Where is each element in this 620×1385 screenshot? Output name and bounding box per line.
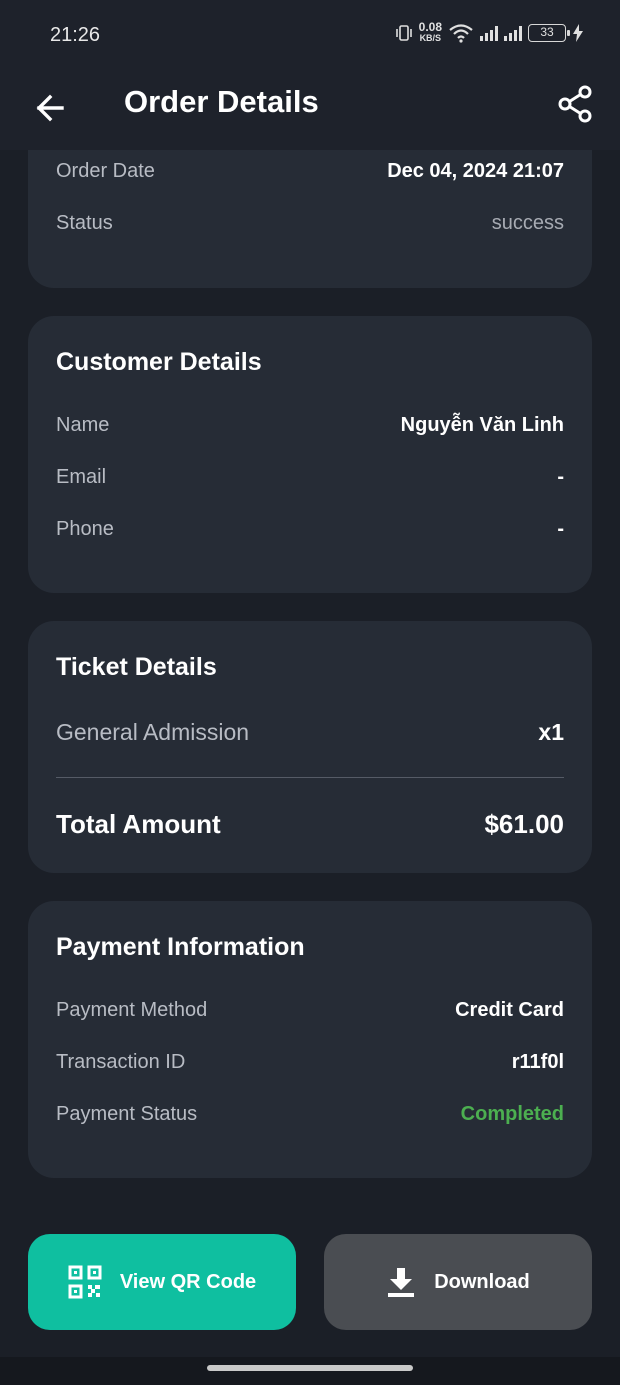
total-amount-value: $61.00 xyxy=(484,809,564,839)
order-date-label: Order Date xyxy=(56,160,155,182)
order-date-row: Order Date Dec 04, 2024 21:07 xyxy=(56,160,564,183)
battery-icon: 33 xyxy=(528,24,570,42)
payment-method-label: Payment Method xyxy=(56,999,208,1021)
customer-email-row: Email - xyxy=(56,466,564,489)
view-qr-code-button[interactable]: View QR Code xyxy=(28,1234,296,1330)
status-bar: 21:26 0.08 KB/S 33 xyxy=(0,0,620,70)
network-speed-value: 0.08 xyxy=(418,20,442,34)
payment-info-card: Payment Information Payment Method Credi… xyxy=(28,901,592,1178)
app-bar-title: Order Details xyxy=(124,84,319,119)
order-status-row: Status success xyxy=(56,212,564,235)
total-amount-label: Total Amount xyxy=(56,809,221,839)
transaction-id-value: r11f0l xyxy=(511,1051,564,1073)
signal-icon-1 xyxy=(480,25,498,41)
transaction-id-row: Transaction ID r11f0l xyxy=(56,1051,564,1074)
app-bar-overlay: Order Details xyxy=(0,70,620,150)
payment-method-value: Credit Card xyxy=(455,999,564,1021)
view-qr-code-label: View QR Code xyxy=(119,1270,257,1293)
ticket-item-row: General Admission x1 xyxy=(56,719,564,746)
ticket-details-title: Ticket Details xyxy=(56,653,217,681)
ticket-details-card: Ticket Details General Admission x1 Tota… xyxy=(28,621,592,873)
customer-name-value: Nguyễn Văn Linh xyxy=(400,414,564,436)
charging-icon xyxy=(573,24,583,42)
order-date-value: Dec 04, 2024 21:07 xyxy=(387,160,564,182)
customer-phone-value: - xyxy=(557,518,564,540)
wifi-icon xyxy=(449,24,473,43)
customer-phone-label: Phone xyxy=(56,518,114,540)
payment-method-row: Payment Method Credit Card xyxy=(56,999,564,1022)
network-speed: 0.08 KB/S xyxy=(418,20,442,44)
customer-email-label: Email xyxy=(56,466,107,488)
payment-status-label: Payment Status xyxy=(56,1103,198,1125)
status-time: 21:26 xyxy=(50,24,101,46)
vibrate-icon xyxy=(395,25,412,41)
home-gesture-handle[interactable] xyxy=(207,1365,413,1371)
payment-status-value: Completed xyxy=(460,1103,564,1125)
payment-info-title: Payment Information xyxy=(56,933,305,961)
system-icons: 0.08 KB/S 33 xyxy=(395,20,584,44)
signal-icon-2 xyxy=(504,25,522,41)
total-amount-row: Total Amount $61.00 xyxy=(56,809,564,840)
transaction-id-label: Transaction ID xyxy=(56,1051,186,1073)
customer-name-row: Name Nguyễn Văn Linh xyxy=(56,414,564,437)
back-arrow-icon[interactable] xyxy=(30,88,70,128)
ticket-item-name: General Admission xyxy=(56,719,250,745)
qr-code-icon xyxy=(68,1265,102,1299)
network-speed-unit: KB/S xyxy=(419,33,442,43)
customer-phone-row: Phone - xyxy=(56,518,564,541)
navigation-bar xyxy=(0,1357,620,1385)
share-button-icon[interactable] xyxy=(556,84,596,124)
download-button[interactable]: Download xyxy=(324,1234,592,1330)
ticket-divider xyxy=(56,777,564,778)
customer-details-card: Customer Details Name Nguyễn Văn Linh Em… xyxy=(28,316,592,593)
customer-name-label: Name xyxy=(56,414,110,436)
download-icon xyxy=(388,1268,415,1297)
ticket-item-qty: x1 xyxy=(538,719,564,745)
order-status-value: success xyxy=(491,212,564,234)
payment-status-row: Payment Status Completed xyxy=(56,1103,564,1126)
order-status-label: Status xyxy=(56,212,113,234)
customer-details-title: Customer Details xyxy=(56,348,262,376)
download-label: Download xyxy=(434,1270,530,1293)
customer-email-value: - xyxy=(557,466,564,488)
